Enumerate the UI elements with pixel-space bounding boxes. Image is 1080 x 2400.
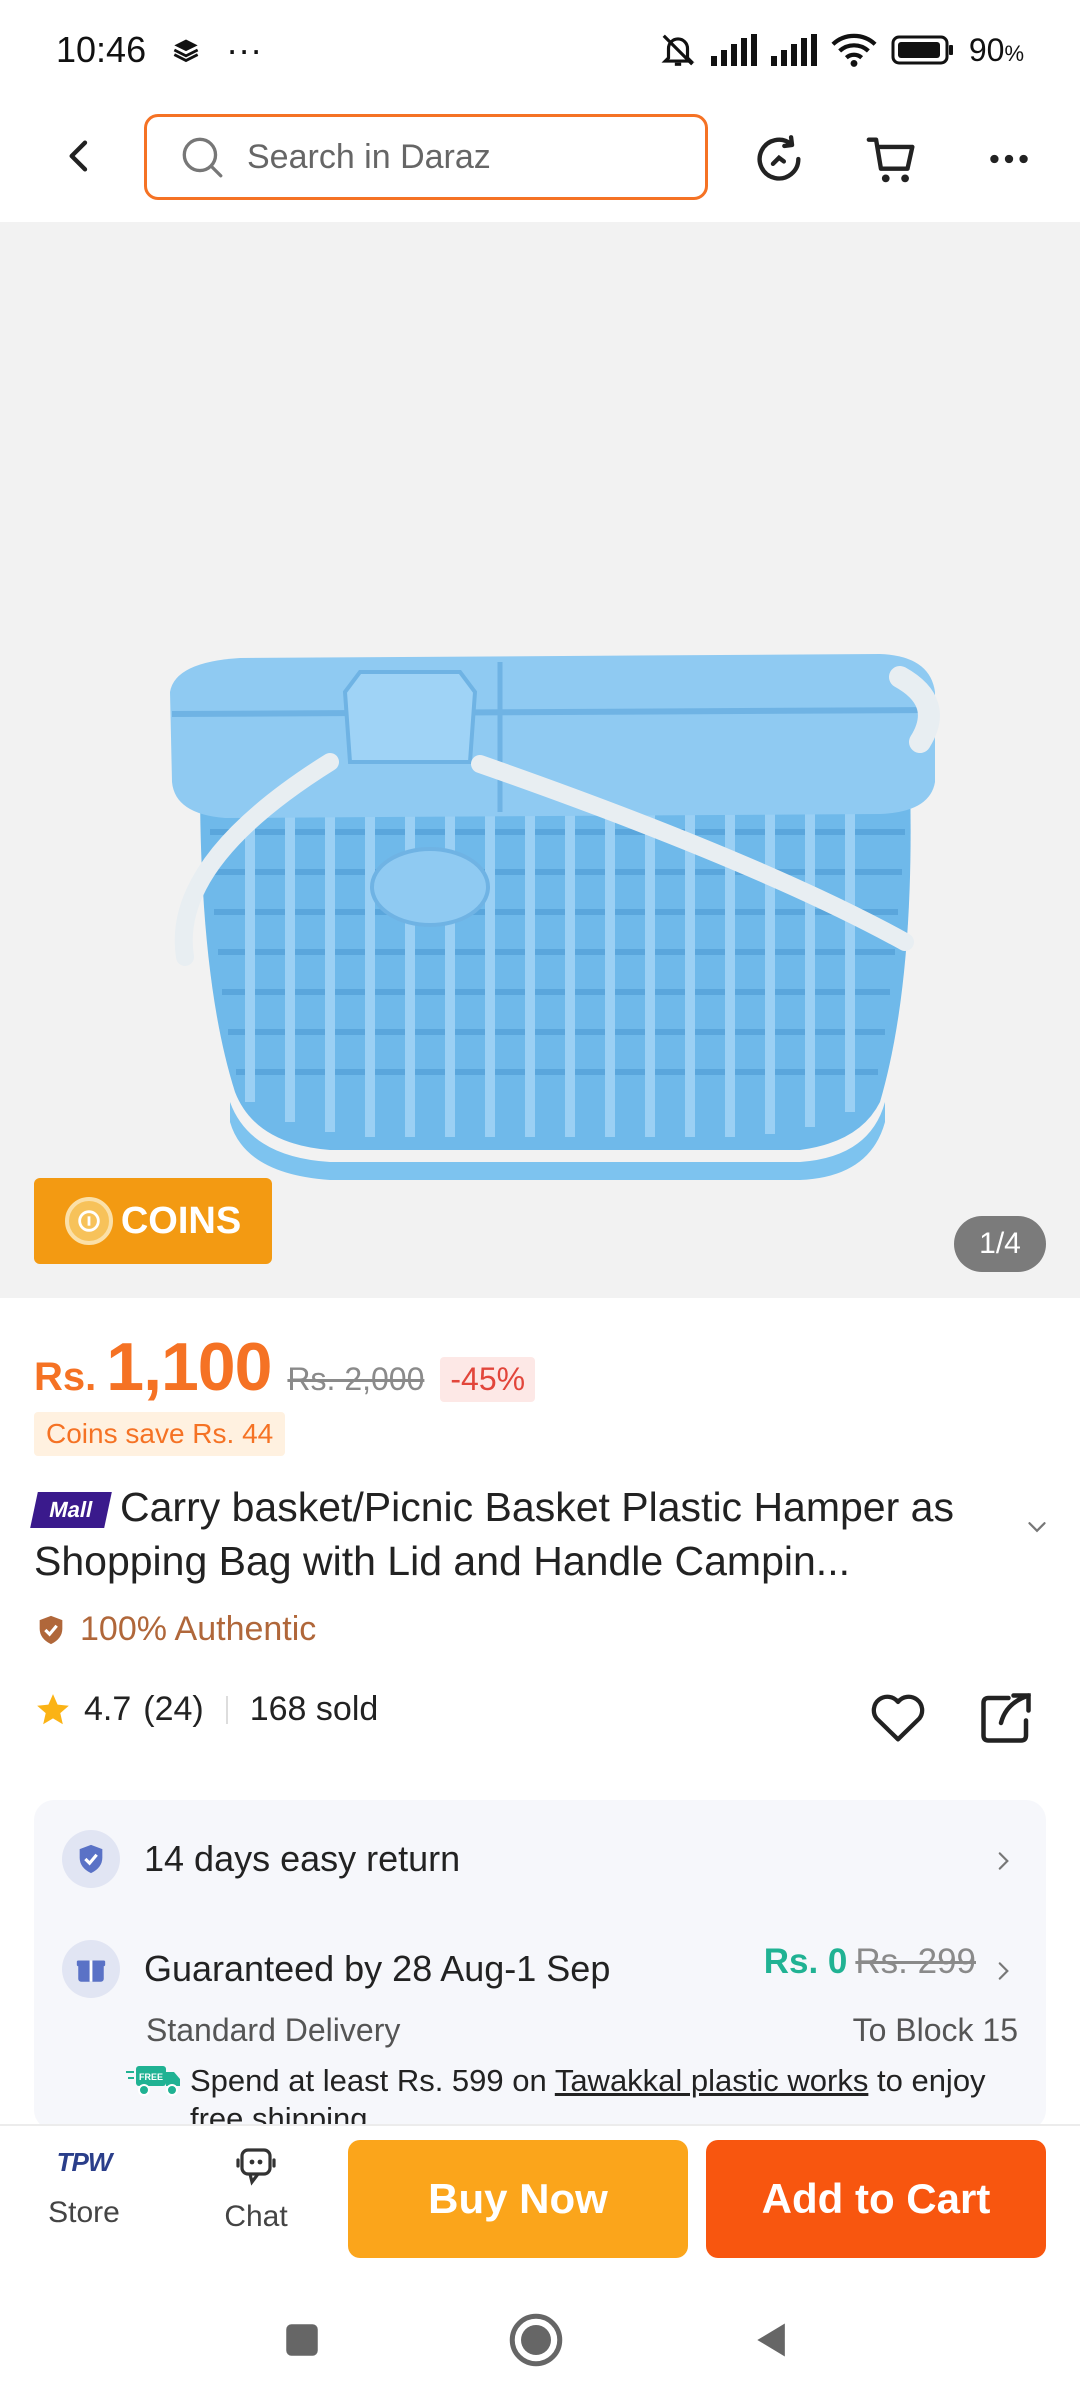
store-logo: TPW (56, 2147, 113, 2177)
shipping-fee-new: Rs. 0 (763, 1942, 848, 1981)
search-input[interactable]: Search in Daraz (144, 114, 708, 200)
product-image-gallery[interactable]: COINS 1/4 (0, 222, 1080, 1298)
status-time: 10:46 (56, 29, 147, 70)
original-price: Rs. 2,000 (287, 1361, 425, 1397)
free-shipping-text: Spend at least Rs. 599 on Tawakkal plast… (190, 2062, 1026, 2130)
recents-button[interactable] (270, 2308, 334, 2372)
battery-icon (891, 34, 955, 66)
history-button[interactable] (744, 124, 814, 194)
price-value: 1,100 (106, 1329, 272, 1405)
signal-icon-2 (770, 34, 817, 66)
free-shipping-truck-icon: FREE (126, 2066, 180, 2096)
coins-label: COINS (120, 1199, 242, 1242)
return-text: 14 days easy return (144, 1838, 461, 1879)
store-button[interactable]: TPW Store (14, 2140, 154, 2230)
buy-now-button[interactable]: Buy Now (348, 2140, 688, 2258)
chevron-right-icon-2 (990, 1958, 1016, 1989)
return-shield-icon (62, 1830, 120, 1888)
search-placeholder: Search in Daraz (247, 137, 491, 176)
rating-value: 4.7 (84, 1690, 132, 1728)
authentic-label: 100% Authentic (80, 1610, 317, 1648)
shield-check-icon (39, 1615, 63, 1644)
price-row: Rs. 1,100 Rs. 2,000 -45% (34, 1328, 536, 1406)
bell-muted-icon (659, 31, 697, 69)
signal-icon (710, 34, 757, 66)
bottom-action-bar: TPW Store Chat Buy Now Add to Cart (0, 2124, 1080, 2280)
status-bar: 10:46 ··· 90% (0, 0, 1080, 100)
authentic-badge[interactable]: 100% Authentic (34, 1610, 316, 1649)
system-navigation-bar (0, 2280, 1080, 2400)
review-count: (24) (143, 1690, 204, 1728)
coins-badge: COINS (34, 1178, 272, 1264)
home-button[interactable] (504, 2308, 568, 2372)
chevron-left-icon (69, 140, 88, 172)
share-button[interactable] (976, 1688, 1036, 1753)
wishlist-button[interactable] (866, 1686, 930, 1755)
free-shipping-note[interactable]: FREE Spend at least Rs. 599 on Tawakkal … (126, 2062, 1026, 2130)
battery-unit: % (1004, 40, 1024, 66)
star-icon (37, 1693, 69, 1724)
shipping-fee-old: Rs. 299 (855, 1942, 976, 1981)
store-link[interactable]: Tawakkal plastic works (555, 2063, 869, 2098)
search-icon (182, 137, 223, 178)
cart-button[interactable] (858, 124, 928, 194)
coin-icon (64, 1197, 113, 1245)
back-nav-button[interactable] (740, 2308, 804, 2372)
shipping-fee: Rs. 0 Rs. 299 (764, 1942, 976, 1982)
share-icon (981, 1693, 1031, 1743)
delivery-destination: To Block 15 (852, 2012, 1018, 2048)
add-to-cart-button[interactable]: Add to Cart (706, 2140, 1046, 2258)
delivery-type: Standard Delivery (146, 2012, 401, 2048)
layers-icon (172, 36, 200, 64)
store-label: Store (48, 2196, 120, 2229)
status-more-dots: ··· (226, 29, 263, 70)
chat-label: Chat (224, 2200, 288, 2233)
guarantee-text: Guaranteed by 28 Aug-1 Sep (144, 1948, 611, 1989)
rating-row[interactable]: 4.7 (24) 168 sold (34, 1690, 378, 1729)
battery-level: 90% (969, 32, 1024, 69)
chevron-down-icon (1028, 1522, 1046, 1533)
refresh-icon (757, 135, 801, 181)
home-circle-icon (509, 2313, 563, 2367)
product-title-text: Carry basket/Picnic Basket Plastic Hampe… (34, 1484, 954, 1584)
coins-save-tag: Coins save Rs. 44 (34, 1412, 286, 1456)
heart-icon (871, 1694, 925, 1742)
wifi-icon (831, 32, 877, 68)
divider (225, 1695, 228, 1724)
free-prefix: Spend at least Rs. 599 on (190, 2063, 547, 2098)
chat-button[interactable]: Chat (186, 2140, 326, 2234)
more-icon (990, 154, 1028, 164)
more-options-button[interactable] (974, 124, 1044, 194)
chevron-right-icon (990, 1848, 1016, 1879)
gift-box-icon (62, 1940, 120, 1998)
chat-bot-icon (236, 2148, 276, 2186)
product-image-basket (170, 654, 940, 1180)
return-policy-row[interactable]: 14 days easy return (62, 1830, 460, 1888)
cart-icon (866, 137, 915, 183)
price-currency: Rs. (34, 1355, 97, 1399)
back-button[interactable] (50, 126, 110, 186)
square-icon (286, 2324, 318, 2356)
product-title[interactable]: Mall Carry basket/Picnic Basket Plastic H… (30, 1480, 1034, 1588)
service-card: 14 days easy return Guaranteed by 28 Aug… (34, 1800, 1046, 2130)
triangle-back-icon (757, 2323, 785, 2357)
top-nav: Search in Daraz (0, 100, 1080, 220)
battery-value: 90 (968, 31, 1005, 68)
status-right: 90% (659, 31, 1024, 69)
expand-title-button[interactable] (1022, 1512, 1052, 1547)
delivery-row[interactable]: Guaranteed by 28 Aug-1 Sep (62, 1940, 610, 1998)
status-left: 10:46 ··· (56, 29, 262, 71)
discount-badge: -45% (440, 1357, 536, 1402)
image-counter: 1/4 (954, 1216, 1046, 1272)
free-badge-text: FREE (139, 2072, 163, 2082)
sold-count: 168 sold (249, 1690, 379, 1728)
mall-badge: Mall (30, 1492, 112, 1528)
